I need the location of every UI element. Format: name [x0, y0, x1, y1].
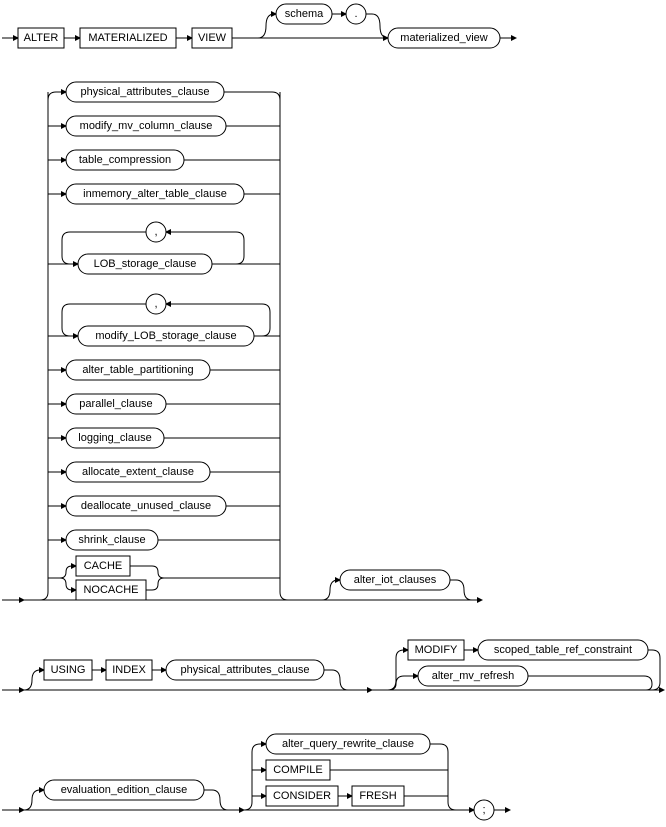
- nonterminal-allocate-extent-clause-label: allocate_extent_clause: [82, 466, 194, 478]
- nonterminal-physical-attributes-clause-label: physical_attributes_clause: [80, 86, 209, 98]
- nonterminal-inmemory-alter-table-clause-label: inmemory_alter_table_clause: [83, 188, 227, 200]
- nonterminal-evaluation-edition-clause-label: evaluation_edition_clause: [61, 784, 188, 796]
- nonterminal-table-compression-label: table_compression: [79, 154, 171, 166]
- keyword-fresh-label: FRESH: [359, 790, 396, 802]
- keyword-modify-label: MODIFY: [415, 644, 458, 656]
- literal-comma-modify-lob-label: ,: [154, 298, 157, 310]
- literal-dot-label: .: [354, 8, 357, 20]
- literal-comma-lob-label: ,: [154, 226, 157, 238]
- nonterminal-alter-table-partitioning-label: alter_table_partitioning: [82, 364, 193, 376]
- nonterminal-lob-storage-clause-label: LOB_storage_clause: [94, 258, 197, 270]
- nonterminal-shrink-clause-label: shrink_clause: [78, 534, 145, 546]
- nonterminal-deallocate-unused-clause-label: deallocate_unused_clause: [81, 500, 211, 512]
- nonterminal-alter-mv-refresh-label: alter_mv_refresh: [432, 670, 515, 682]
- literal-semicolon-label: ;: [482, 804, 485, 816]
- nonterminal-logging-clause-label: logging_clause: [78, 432, 151, 444]
- keyword-nocache-label: NOCACHE: [83, 584, 138, 596]
- nonterminal-materialized-view-label: materialized_view: [400, 32, 487, 44]
- nonterminal-alter-query-rewrite-clause-label: alter_query_rewrite_clause: [282, 738, 414, 750]
- keyword-materialized-label: MATERIALIZED: [88, 32, 167, 44]
- nonterminal-scoped-table-ref-constraint-label: scoped_table_ref_constraint: [494, 644, 632, 656]
- keyword-consider-label: CONSIDER: [273, 790, 331, 802]
- nonterminal-modify-lob-storage-clause-label: modify_LOB_storage_clause: [95, 330, 236, 342]
- nonterminal-parallel-clause-label: parallel_clause: [79, 398, 152, 410]
- keyword-view-label: VIEW: [198, 32, 227, 44]
- keyword-index-label: INDEX: [112, 664, 146, 676]
- nonterminal-physical-attributes-clause-2-label: physical_attributes_clause: [180, 664, 309, 676]
- keyword-compile-label: COMPILE: [273, 764, 323, 776]
- keyword-cache-label: CACHE: [84, 560, 123, 572]
- nonterminal-schema-label: schema: [285, 8, 324, 20]
- keyword-alter-label: ALTER: [24, 32, 59, 44]
- nonterminal-modify-mv-column-clause-label: modify_mv_column_clause: [80, 120, 213, 132]
- keyword-using-label: USING: [51, 664, 86, 676]
- nonterminal-alter-iot-clauses-label: alter_iot_clauses: [354, 574, 437, 586]
